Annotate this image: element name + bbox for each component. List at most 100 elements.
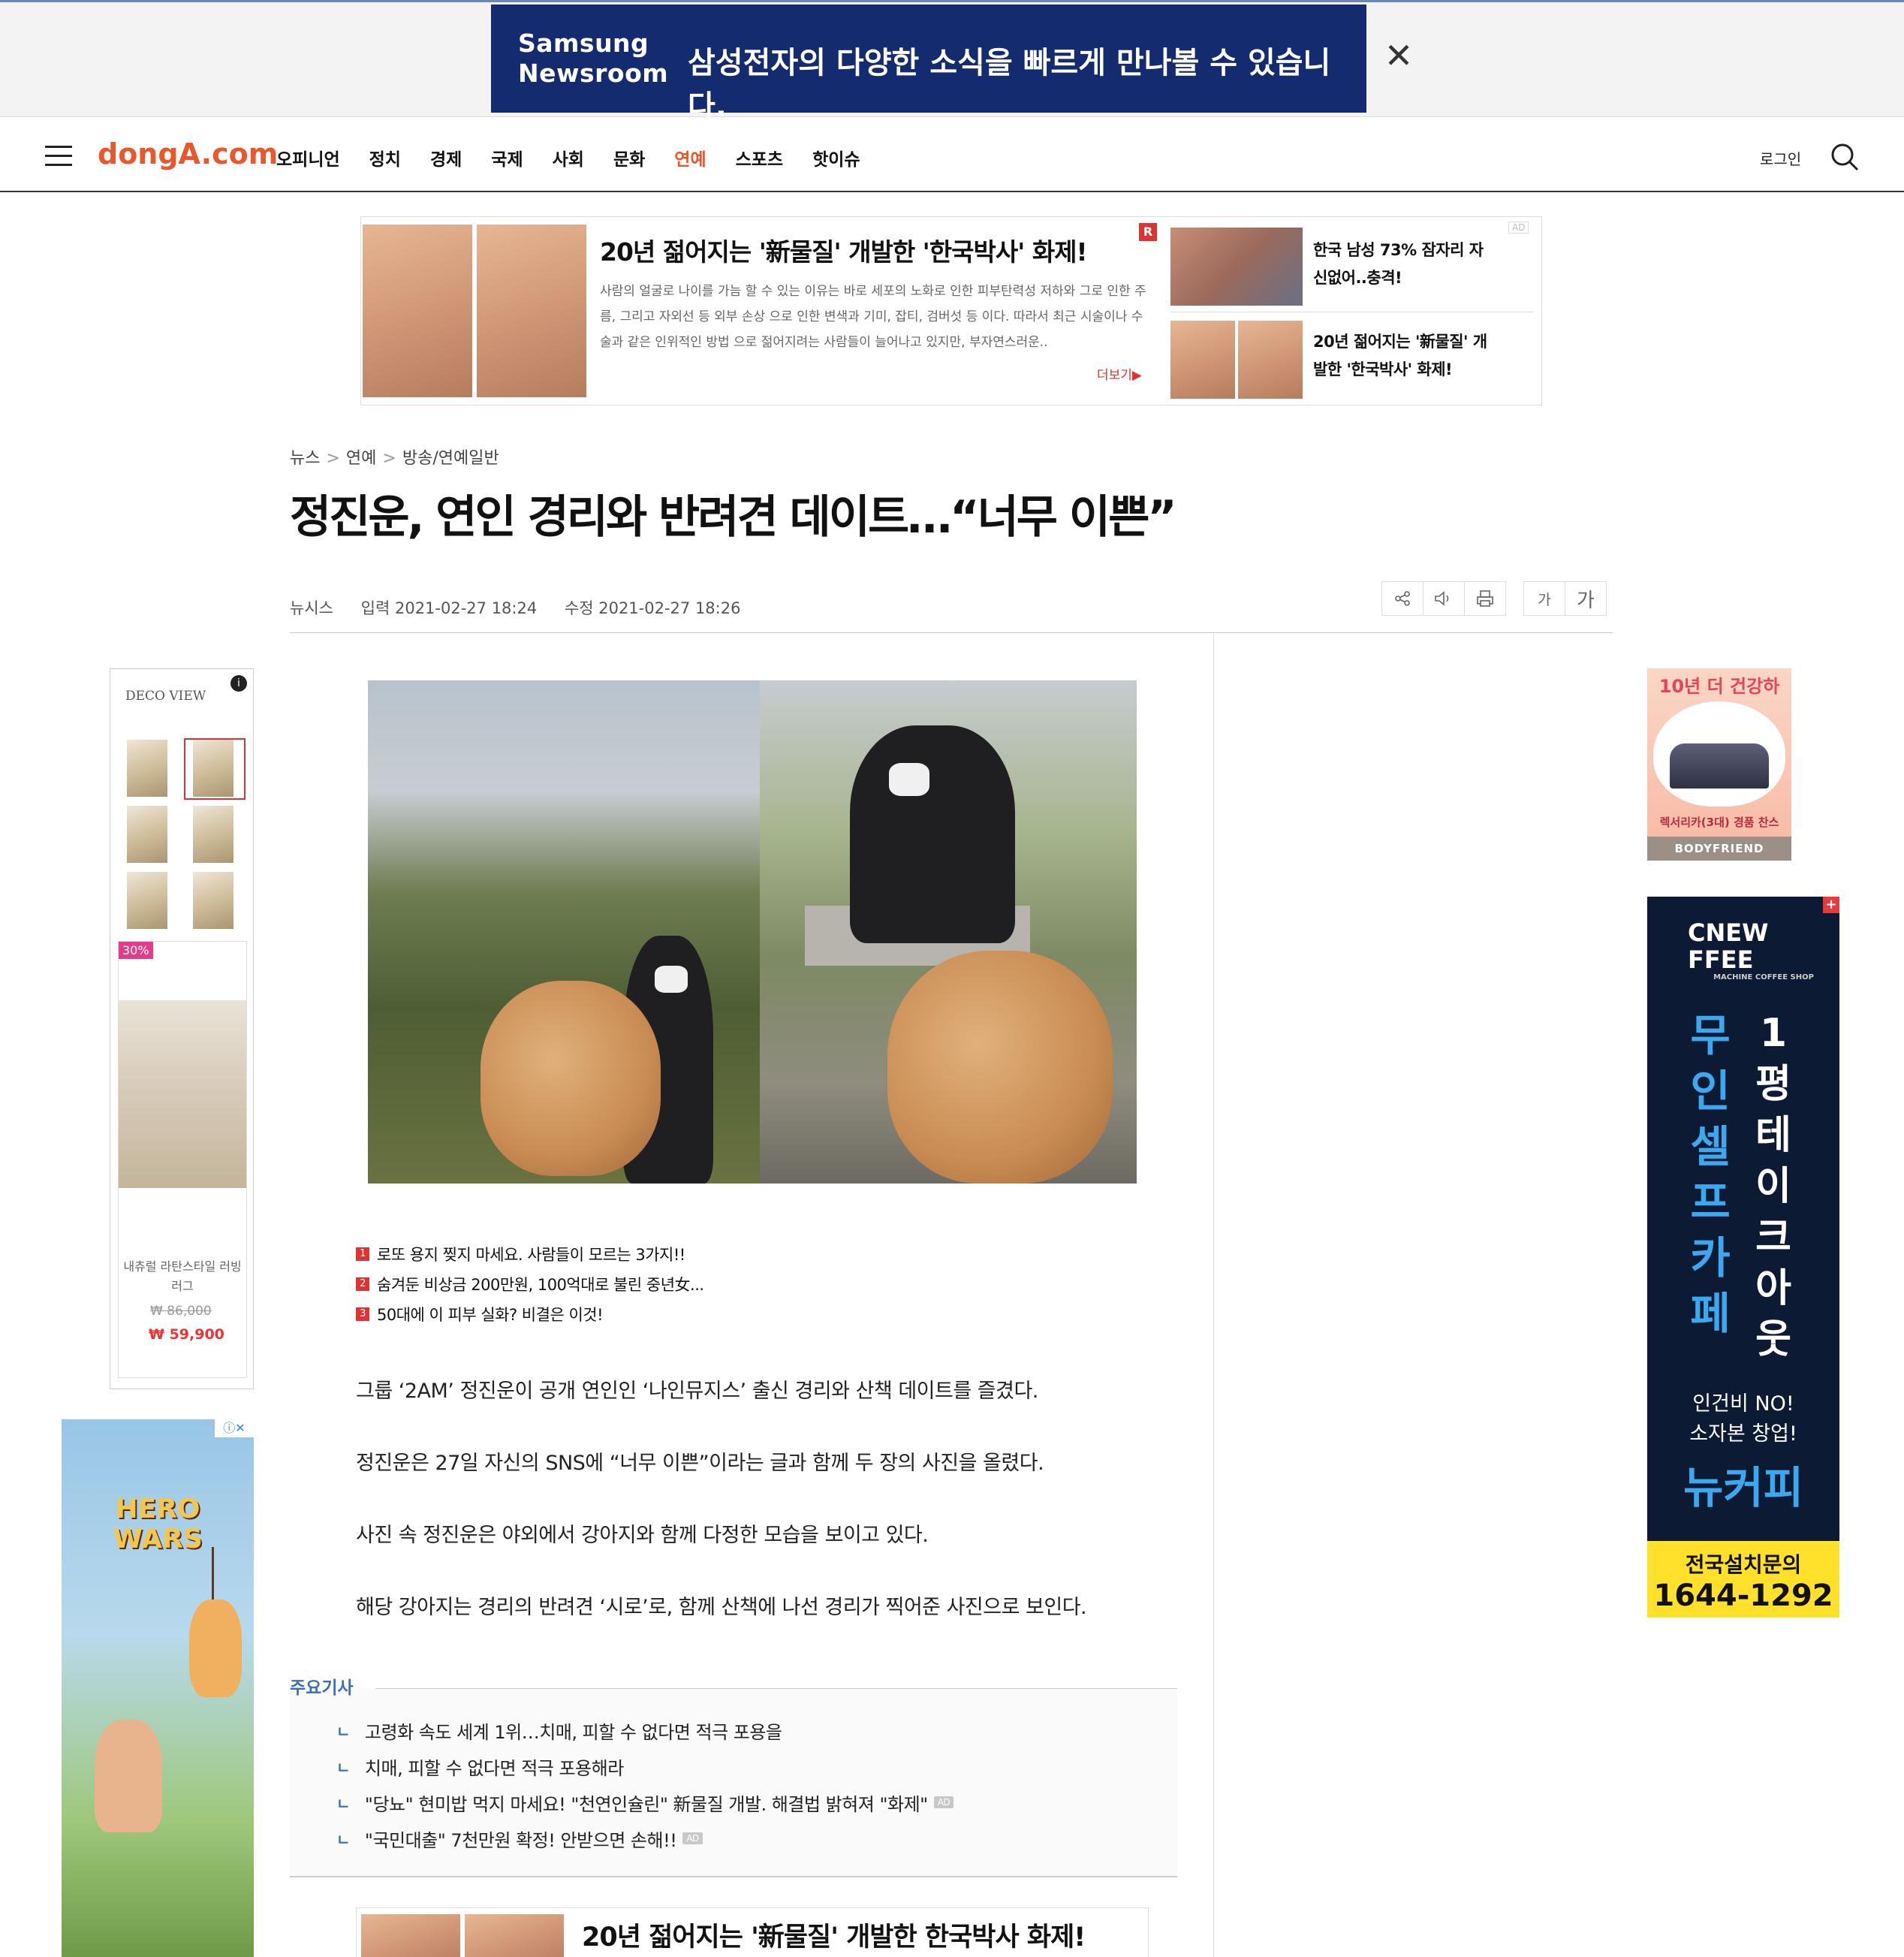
ad-image-face-1 — [363, 225, 472, 397]
speaker-icon[interactable] — [1423, 581, 1465, 616]
main-article-item[interactable]: ㄴ "당뇨" 현미밥 먹지 마세요! "천연인슐린" 新물질 개발. 해결법 밝혀… — [336, 1784, 954, 1820]
page: Samsung Newsroom 삼성전자의 다양한 소식을 빠르게 만나볼 수… — [0, 0, 1904, 1957]
decoview-logo: DECO VIEW — [125, 689, 206, 704]
nav-item-politics[interactable]: 정치 — [369, 145, 401, 170]
login-link[interactable]: 로그인 — [1760, 147, 1801, 169]
article-tools: 가 가 — [1381, 581, 1607, 616]
nav-item-opinion[interactable]: 오피니언 — [276, 145, 340, 170]
related-links: 1 로또 용지 찢지 마세요. 사람들이 모르는 3가지!! 2 숨겨둔 비상금 2… — [356, 1239, 704, 1329]
column-divider — [1213, 633, 1214, 1957]
hero-wars-ad[interactable]: ⓘ✕ HERO WARS — [62, 1419, 254, 1957]
font-large-button[interactable]: 가 — [1565, 581, 1607, 616]
decoview-ad[interactable]: DECO VIEW i 30% 내츄럴 라탄스타일 러빙러그 ₩ 86,000 … — [110, 668, 254, 1389]
side-ad-thumb-2b[interactable] — [1238, 321, 1303, 399]
ad-tag: AD — [682, 1832, 703, 1844]
nav-menu: 오피니언 정치 경제 국제 사회 문화 연예 스포츠 핫이슈 — [276, 145, 890, 170]
ad-image-face-2 — [477, 225, 586, 397]
more-link[interactable]: 더보기▶ — [1097, 364, 1142, 383]
side-ad-text-1[interactable]: 한국 남성 73% 잠자리 자신없어..충격! — [1313, 237, 1493, 292]
nav-item-entertainment[interactable]: 연예 — [674, 145, 706, 170]
group-photo — [1670, 743, 1769, 789]
related-item[interactable]: 2 숨겨둔 비상금 200만원, 100억대로 불린 중년女... — [356, 1269, 704, 1299]
article-source[interactable]: 뉴시스 — [290, 599, 333, 617]
breadcrumb: 뉴스 > 연예 > 방송/연예일반 — [290, 449, 499, 468]
sale-price: ₩ 59,900 — [149, 1326, 224, 1343]
nav-item-international[interactable]: 국제 — [491, 145, 523, 170]
hero-character — [95, 1720, 162, 1832]
article-meta: 뉴시스 입력 2021-02-27 18:24 수정 2021-02-27 18… — [290, 596, 763, 619]
nav-item-society[interactable]: 사회 — [553, 145, 584, 170]
product-thumb[interactable] — [127, 806, 167, 863]
breadcrumb-broadcast[interactable]: 방송/연예일반 — [402, 449, 499, 468]
print-icon[interactable] — [1464, 581, 1506, 616]
edit-time: 수정 2021-02-27 18:26 — [564, 599, 741, 617]
newcoffee-ad[interactable]: CNEW FFEE MACHINE COFFEE SHOP 무인셀프카페 1평테… — [1647, 897, 1839, 1618]
main-articles-list: ㄴ 고령화 속도 세계 1위…치매, 피할 수 없다면 적극 포용을 ㄴ 치매, 피… — [336, 1712, 954, 1856]
hero-character — [189, 1600, 242, 1697]
product-thumb[interactable] — [193, 872, 233, 929]
newcoffee-contact[interactable]: 전국설치문의 1644-1292 — [1647, 1541, 1839, 1618]
article-paragraph: 정진운은 27일 자신의 SNS에 “너무 이쁜”이라는 글과 함께 두 장의 … — [356, 1452, 1044, 1475]
nav-item-hot-issue[interactable]: 핫이슈 — [812, 145, 860, 170]
close-icon[interactable]: ✕ — [1381, 38, 1416, 73]
product-thumb[interactable] — [127, 740, 167, 797]
samsung-ad-text: 삼성전자의 다양한 소식을 빠르게 만나볼 수 있습니다. — [688, 46, 1331, 124]
top-native-ad[interactable]: 20년 젊어지는 '新물질' 개발한 '한국박사' 화제! 사람의 얼굴로 나이… — [360, 216, 1542, 406]
bodyfriend-ad[interactable]: 10년 더 건강하게! 렉서리카(3대) 경품 찬스 BODYFRIEND — [1647, 668, 1791, 861]
side-ad-thumb-1[interactable] — [1170, 228, 1303, 306]
original-price: ₩ 86,000 — [150, 1304, 212, 1319]
product-name[interactable]: 내츄럴 라탄스타일 러빙러그 — [119, 1257, 246, 1296]
main-articles-title: 주요기사 — [290, 1678, 354, 1698]
menu-icon[interactable] — [45, 146, 72, 167]
bodyfriend-sub: 렉서리카(3대) 경품 찬스 — [1659, 816, 1779, 829]
header-divider — [290, 632, 1613, 633]
breadcrumb-entertainment[interactable]: 연예 — [346, 449, 376, 468]
product-image[interactable] — [119, 1000, 246, 1188]
side-ad-text-2[interactable]: 20년 젊어지는 '新물질' 개발한 '한국박사' 화제! — [1313, 328, 1493, 384]
newcoffee-logo: CNEW FFEE MACHINE COFFEE SHOP — [1688, 918, 1814, 982]
info-icon[interactable]: i — [230, 675, 247, 692]
expand-icon[interactable]: + — [1823, 897, 1839, 913]
article-paragraph: 해당 강아지는 경리의 반려견 ‘시로’로, 함께 산책에 나선 경리가 찍어준… — [356, 1596, 1087, 1619]
site-logo[interactable]: dongA.com — [98, 137, 278, 170]
newcoffee-brand: 뉴커피 — [1683, 1462, 1804, 1513]
ad-label: AD — [1508, 222, 1529, 234]
bottom-ad-headline[interactable]: 20년 젊어지는 '新물질' 개발한 한국박사 화제! — [582, 1916, 1086, 1954]
photo-right-panel — [760, 680, 1137, 1184]
article-title: 정진운, 연인 경리와 반려견 데이트…“너무 이쁜” — [290, 491, 1177, 544]
nav-item-sports[interactable]: 스포츠 — [736, 145, 783, 170]
samsung-newsroom-ad[interactable]: Samsung Newsroom 삼성전자의 다양한 소식을 빠르게 만나볼 수… — [491, 5, 1366, 124]
product-card[interactable]: 30% 내츄럴 라탄스타일 러빙러그 ₩ 86,000 ₩ 59,900 — [118, 941, 247, 1378]
selected-thumb-frame — [184, 738, 246, 800]
product-thumb[interactable] — [193, 806, 233, 863]
share-icon[interactable] — [1381, 581, 1423, 616]
related-item[interactable]: 1 로또 용지 찢지 마세요. 사람들이 모르는 3가지!! — [356, 1239, 704, 1269]
ad-headline[interactable]: 20년 젊어지는 '新물질' 개발한 '한국박사' 화제! — [600, 232, 1088, 268]
product-thumb[interactable] — [127, 872, 167, 929]
ad-tag: AD — [933, 1796, 954, 1808]
newcoffee-copy: 인건비 NO! 소자본 창업! — [1689, 1392, 1797, 1446]
article-photo[interactable] — [368, 680, 1137, 1184]
search-icon[interactable] — [1829, 141, 1860, 173]
newcoffee-vertical-text-1: 무인셀프카페 — [1690, 1010, 1731, 1339]
photo-left-panel — [368, 680, 760, 1184]
article-paragraph: 그룹 ‘2AM’ 정진운이 공개 연인인 ‘나인뮤지스’ 출신 경리와 산책 데… — [356, 1380, 1038, 1403]
discount-badge: 30% — [119, 942, 153, 959]
main-article-item[interactable]: ㄴ 고령화 속도 세계 1위…치매, 피할 수 없다면 적극 포용을 — [336, 1712, 954, 1748]
input-time: 입력 2021-02-27 18:24 — [360, 599, 538, 617]
hero-wars-logo: HERO WARS — [113, 1494, 203, 1554]
ad-description: 사람의 얼굴로 나이를 가늠 할 수 있는 이유는 바로 세포의 노화로 인한 … — [600, 284, 1146, 350]
main-nav: dongA.com 오피니언 정치 경제 국제 사회 문화 연예 스포츠 핫이슈… — [0, 119, 1904, 192]
adchoices-icon[interactable]: ⓘ✕ — [215, 1419, 254, 1437]
side-ad-thumb-2a[interactable] — [1170, 321, 1235, 399]
bodyfriend-brand: BODYFRIEND — [1647, 837, 1791, 861]
r-badge: R — [1139, 223, 1157, 241]
main-article-item[interactable]: ㄴ 치매, 피할 수 없다면 적극 포용해라 — [336, 1748, 954, 1784]
nav-item-culture[interactable]: 문화 — [613, 145, 645, 170]
nav-item-economy[interactable]: 경제 — [430, 145, 462, 170]
related-item[interactable]: 3 50대에 이 피부 실화? 비결은 이것! — [356, 1299, 704, 1329]
main-article-item[interactable]: ㄴ "국민대출" 7천만원 확정! 안받으면 손해!! AD — [336, 1820, 954, 1856]
breadcrumb-news[interactable]: 뉴스 — [290, 449, 320, 468]
font-small-button[interactable]: 가 — [1523, 581, 1565, 616]
bottom-native-ad[interactable]: 20년 젊어지는 '新물질' 개발한 한국박사 화제! — [356, 1907, 1149, 1957]
